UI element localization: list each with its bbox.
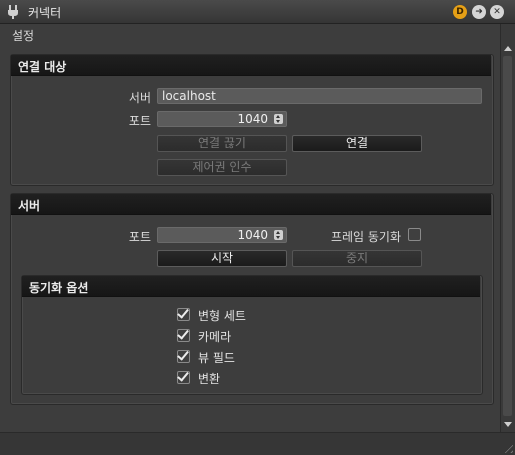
variant-set-checkbox[interactable]	[177, 306, 190, 321]
frame-sync-label: 프레임 동기화	[330, 230, 401, 244]
frame-sync-checkbox[interactable]	[408, 228, 421, 241]
scroll-down-icon[interactable]	[504, 422, 512, 427]
arrow-right-icon[interactable]: ➜	[472, 5, 486, 19]
connect-section: 연결 대상 서버 포트 1040 연결 끊기 연결 제어권 인수	[10, 54, 494, 186]
resize-grip-icon[interactable]	[501, 441, 513, 453]
status-bar	[0, 432, 515, 455]
sync-option-label: 카메라	[198, 330, 232, 344]
scroll-up-icon[interactable]	[504, 46, 512, 51]
transform-checkbox[interactable]	[177, 369, 190, 384]
section-header: 동기화 옵션	[22, 276, 480, 297]
vertical-scrollbar[interactable]	[500, 24, 515, 432]
server-port-label: 포트	[128, 230, 151, 244]
check-icon	[177, 348, 189, 361]
disconnect-button[interactable]: 연결 끊기	[157, 135, 287, 152]
server-input[interactable]	[157, 88, 482, 104]
stop-button[interactable]: 중지	[292, 250, 422, 267]
scroll-thumb[interactable]	[503, 56, 512, 416]
title-bar: 커넥터 D ➜ ✕	[0, 0, 515, 24]
server-label: 서버	[128, 91, 151, 105]
field-of-view-checkbox[interactable]	[177, 348, 190, 363]
port-spinner[interactable]: 1040	[157, 111, 287, 127]
plug-icon	[8, 5, 18, 19]
sync-option-label: 변형 세트	[198, 309, 246, 323]
port-value: 1040	[237, 112, 268, 126]
close-icon[interactable]: ✕	[490, 5, 504, 19]
section-header: 연결 대상	[11, 55, 491, 76]
sync-options-section: 동기화 옵션 변형 세트 카메라 뷰 필드 변환	[21, 275, 483, 395]
port-label: 포트	[128, 114, 151, 128]
spinner-arrows-icon[interactable]	[274, 114, 283, 124]
check-icon	[177, 327, 189, 340]
check-icon	[177, 306, 189, 319]
server-section: 서버 포트 1040 프레임 동기화 시작 중지 동기화 옵션 변형 세트 카메…	[10, 193, 494, 405]
sync-option-label: 변환	[198, 372, 221, 386]
window-title: 커넥터	[28, 6, 62, 20]
server-port-spinner[interactable]: 1040	[157, 227, 287, 243]
menu-bar: 설정	[0, 24, 500, 44]
check-icon	[177, 369, 189, 382]
spinner-arrows-icon[interactable]	[274, 230, 283, 240]
take-control-button[interactable]: 제어권 인수	[157, 159, 287, 176]
server-section-title: 서버	[18, 199, 41, 213]
camera-checkbox[interactable]	[177, 327, 190, 342]
sync-options-title: 동기화 옵션	[29, 281, 89, 295]
connect-button[interactable]: 연결	[292, 135, 422, 152]
connect-section-title: 연결 대상	[18, 60, 67, 74]
dock-button[interactable]: D	[453, 5, 467, 19]
server-port-value: 1040	[237, 228, 268, 242]
start-button[interactable]: 시작	[157, 250, 287, 267]
sync-option-label: 뷰 필드	[198, 351, 235, 365]
section-header: 서버	[11, 194, 491, 215]
menu-settings[interactable]: 설정	[12, 27, 34, 44]
